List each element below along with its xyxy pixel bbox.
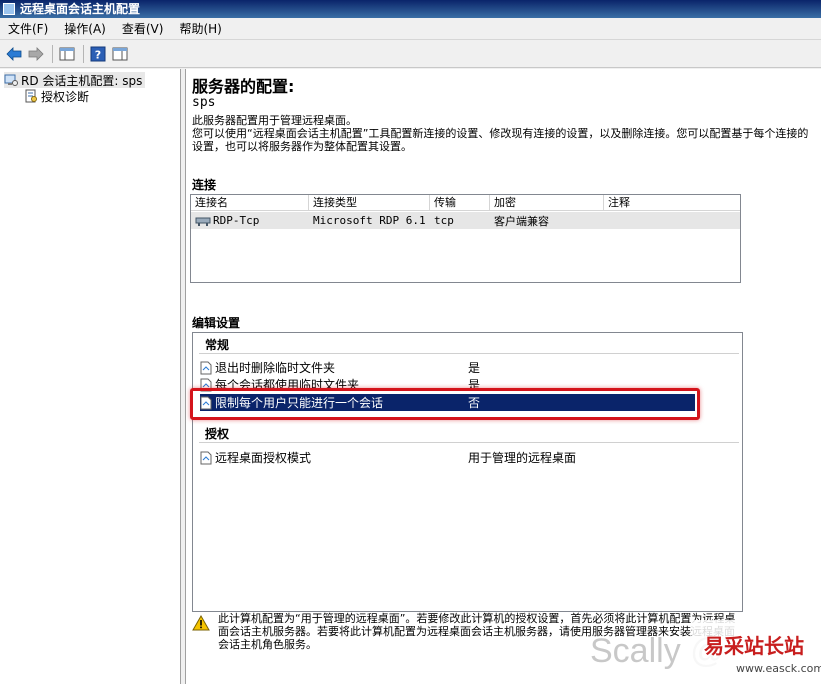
menu-file[interactable]: 文件(F) xyxy=(0,20,56,37)
group-divider xyxy=(199,442,739,443)
network-connection-icon xyxy=(195,217,211,226)
connections-list[interactable]: 连接名 连接类型 传输 加密 注释 RDP-Tcp Microsoft RDP … xyxy=(190,194,741,283)
menu-help[interactable]: 帮助(H) xyxy=(171,20,229,37)
warning-text: 此计算机配置为“用于管理的远程桌面”。若要修改此计算机的授权设置，首先必须将此计… xyxy=(218,612,736,651)
group-divider xyxy=(199,353,739,354)
connection-transport: tcp xyxy=(434,214,454,227)
show-hide-tree-button[interactable] xyxy=(57,44,77,64)
help-button[interactable]: ? xyxy=(88,44,108,64)
window-title: 远程桌面会话主机配置 xyxy=(20,2,141,16)
server-config-icon xyxy=(4,74,18,86)
column-header-transport[interactable]: 传输 xyxy=(430,195,490,210)
site-watermark: 易采站长站 www.easck.com xyxy=(692,620,821,684)
setting-value: 是 xyxy=(468,361,481,375)
site-watermark-title: 易采站长站 xyxy=(704,634,804,658)
help-icon: ? xyxy=(90,46,106,61)
setting-property-icon xyxy=(200,451,212,464)
site-watermark-url: www.easck.com xyxy=(736,662,821,675)
page-title: 服务器的配置: xyxy=(192,77,295,96)
connection-encryption: 客户端兼容 xyxy=(494,214,549,228)
tree-node-licensing-diagnosis[interactable]: 授权诊断 xyxy=(24,88,89,104)
title-bar: 远程桌面会话主机配置 xyxy=(0,0,821,18)
edit-settings-label: 编辑设置 xyxy=(192,316,241,330)
group-header-licensing: 授权 xyxy=(205,427,230,441)
setting-restrict-single-session[interactable]: 限制每个用户只能进行一个会话 否 xyxy=(200,394,695,411)
setting-property-icon xyxy=(200,396,212,409)
setting-delete-temp-folders[interactable]: 退出时删除临时文件夹 是 xyxy=(200,359,695,376)
tree-node-rd-host-config[interactable]: RD 会话主机配置: sps xyxy=(4,72,146,88)
column-header-comment[interactable]: 注释 xyxy=(604,195,740,210)
server-name: sps xyxy=(192,95,216,110)
tree-root-label: RD 会话主机配置: sps xyxy=(21,73,143,88)
connection-type: Microsoft RDP 6.1 xyxy=(313,214,426,227)
setting-property-icon xyxy=(200,378,212,391)
column-header-type[interactable]: 连接类型 xyxy=(309,195,430,210)
console-tree-icon xyxy=(59,47,75,60)
forward-button[interactable] xyxy=(26,44,46,64)
licensing-diagnosis-icon xyxy=(25,89,37,103)
menu-view[interactable]: 查看(V) xyxy=(114,20,172,37)
connections-label: 连接 xyxy=(192,178,217,192)
toolbar: ? xyxy=(0,40,821,68)
tree-child-label: 授权诊断 xyxy=(41,89,90,104)
connection-name-cell: RDP-Tcp xyxy=(191,214,309,227)
arrow-left-icon xyxy=(6,46,22,61)
setting-name: 退出时删除临时文件夹 xyxy=(215,361,336,375)
menu-bar: 文件(F) 操作(A) 查看(V) 帮助(H) xyxy=(0,18,821,40)
connection-row[interactable]: RDP-Tcp Microsoft RDP 6.1 tcp 客户端兼容 xyxy=(191,212,740,229)
column-header-name[interactable]: 连接名 xyxy=(191,195,309,210)
warning-icon xyxy=(192,615,210,631)
back-button[interactable] xyxy=(4,44,24,64)
arrow-right-icon xyxy=(28,46,44,61)
setting-value: 是 xyxy=(468,378,481,392)
licensing-warning: 此计算机配置为“用于管理的远程桌面”。若要修改此计算机的授权设置，首先必须将此计… xyxy=(192,612,743,651)
setting-property-icon xyxy=(200,361,212,374)
group-header-general: 常规 xyxy=(205,338,230,352)
setting-use-temp-folders-per-session[interactable]: 每个会话都使用临时文件夹 是 xyxy=(200,376,695,393)
connection-name: RDP-Tcp xyxy=(213,214,260,227)
setting-name: 远程桌面授权模式 xyxy=(215,451,312,465)
connections-header: 连接名 连接类型 传输 加密 注释 xyxy=(191,195,740,211)
menu-action[interactable]: 操作(A) xyxy=(56,20,114,37)
setting-value: 用于管理的远程桌面 xyxy=(468,451,577,465)
toolbar-separator xyxy=(83,44,84,63)
setting-name: 限制每个用户只能进行一个会话 xyxy=(215,396,384,410)
details-pane: 服务器的配置: sps 此服务器配置用于管理远程桌面。 您可以使用“远程桌面会话… xyxy=(185,69,821,684)
mmc-window: 远程桌面会话主机配置 文件(F) 操作(A) 查看(V) 帮助(H) ? RD … xyxy=(0,0,821,684)
toolbar-separator xyxy=(52,44,53,63)
setting-name: 每个会话都使用临时文件夹 xyxy=(215,378,360,392)
column-header-encryption[interactable]: 加密 xyxy=(490,195,604,210)
show-hide-action-pane-button[interactable] xyxy=(110,44,130,64)
svg-text:?: ? xyxy=(95,48,101,61)
edit-settings-list: 常规 退出时删除临时文件夹 是 每个会话都使用临时文件夹 是 限制每个用户只能进… xyxy=(192,332,743,612)
setting-value: 否 xyxy=(468,396,481,410)
setting-licensing-mode[interactable]: 远程桌面授权模式 用于管理的远程桌面 xyxy=(200,449,695,466)
action-pane-icon xyxy=(112,47,128,60)
description-text: 此服务器配置用于管理远程桌面。 您可以使用“远程桌面会话主机配置”工具配置新连接… xyxy=(192,114,809,153)
app-icon xyxy=(3,3,15,15)
console-tree: RD 会话主机配置: sps 授权诊断 xyxy=(0,69,181,684)
